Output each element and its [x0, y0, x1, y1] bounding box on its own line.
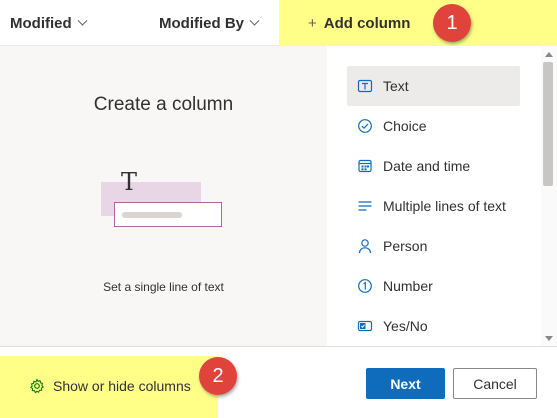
column-type-text[interactable]: Text — [347, 66, 520, 106]
scrollbar-thumb[interactable] — [543, 62, 553, 186]
column-header-modified[interactable]: Modified — [10, 0, 88, 46]
yes-no-icon — [357, 318, 373, 334]
gear-icon — [29, 378, 45, 394]
scroll-up-arrow-icon[interactable] — [545, 52, 553, 57]
calendar-icon — [357, 158, 373, 174]
text-icon — [357, 78, 373, 94]
show-hide-columns-label: Show or hide columns — [53, 378, 191, 394]
scroll-down-arrow-icon[interactable] — [545, 336, 553, 341]
illustration-placeholder-line — [122, 212, 182, 218]
chevron-down-icon — [249, 15, 260, 26]
column-type-label: Yes/No — [383, 318, 428, 334]
column-type-label: Text — [383, 78, 409, 94]
add-column-label: Add column — [323, 14, 411, 32]
next-button[interactable]: Next — [366, 368, 445, 399]
number-icon — [357, 278, 373, 294]
column-type-label: Choice — [383, 118, 427, 134]
callout-badge-1: 1 — [433, 4, 471, 42]
callout-badge-2: 2 — [199, 357, 237, 395]
column-header-modified-by-label: Modified By — [159, 14, 244, 32]
column-type-label: Multiple lines of text — [383, 198, 506, 214]
column-type-choice[interactable]: Choice — [347, 106, 520, 146]
column-header-modified-label: Modified — [10, 14, 72, 32]
column-header-modified-by[interactable]: Modified By — [159, 0, 260, 46]
column-type-label: Date and time — [383, 158, 471, 174]
chevron-down-icon — [77, 15, 88, 26]
text-type-icon: T — [121, 168, 138, 196]
column-type-multiline[interactable]: Multiple lines of text — [347, 186, 520, 226]
column-type-date-time[interactable]: Date and time — [347, 146, 520, 186]
cancel-button[interactable]: Cancel — [453, 368, 537, 399]
show-hide-columns-button[interactable]: Show or hide columns — [29, 372, 191, 400]
column-type-label: Number — [383, 278, 433, 294]
column-type-person[interactable]: Person — [347, 226, 520, 266]
person-icon — [357, 238, 373, 254]
multiline-icon — [357, 198, 373, 214]
choice-icon — [357, 118, 373, 134]
column-type-description: Set a single line of text — [103, 280, 224, 294]
add-column-button[interactable]: + Add column — [308, 0, 410, 46]
column-type-number[interactable]: Number — [347, 266, 520, 306]
plus-icon: + — [308, 14, 317, 32]
panel-title: Create a column — [93, 94, 234, 115]
column-type-yes-no[interactable]: Yes/No — [347, 306, 520, 346]
column-type-label: Person — [383, 238, 428, 254]
